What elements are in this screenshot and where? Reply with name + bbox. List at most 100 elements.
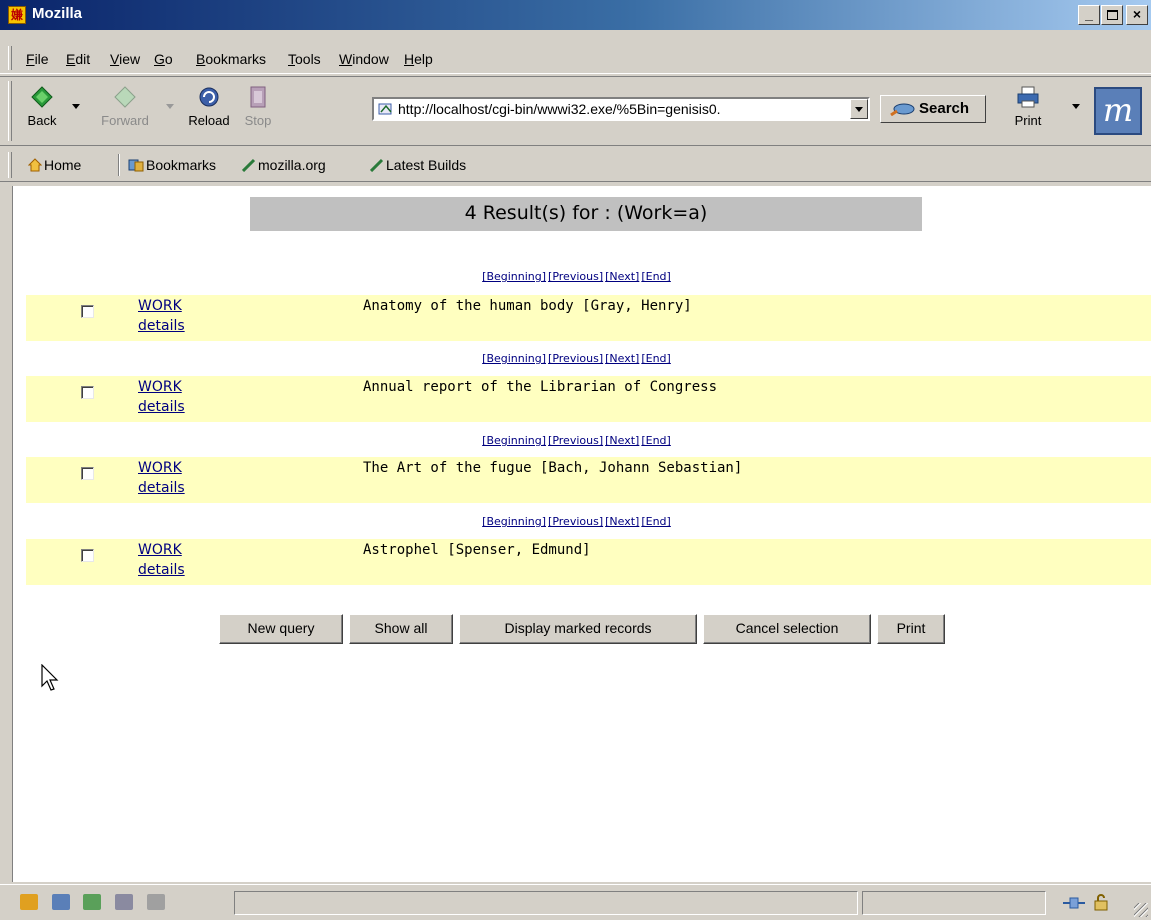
forward-button[interactable]: Forward [90, 85, 160, 128]
pager-beginning-link[interactable]: [Beginning] [482, 434, 546, 447]
personal-toolbar: Home Bookmarks mozilla.org Latest Builds [0, 148, 1151, 182]
bookmark-mozilla-org[interactable]: mozilla.org [241, 157, 326, 173]
window-resize-grip[interactable] [1134, 903, 1148, 917]
chatzilla-component-icon[interactable] [146, 894, 165, 910]
pager-end-link[interactable]: [End] [641, 434, 671, 447]
pager-end-link[interactable]: [End] [641, 515, 671, 528]
close-button[interactable]: × [1126, 5, 1148, 25]
persbar-grip[interactable] [8, 152, 12, 178]
new-query-button[interactable]: New query [219, 614, 343, 644]
menubar-grip[interactable] [8, 46, 12, 70]
page-content: 4 Result(s) for : (Work=a) [Beginning] [P… [12, 186, 1151, 882]
pager: [Beginning] [Previous] [Next] [End] [13, 270, 1140, 283]
mail-component-icon[interactable] [51, 894, 70, 910]
menu-window[interactable]: Window [339, 51, 389, 67]
mark-record-checkbox[interactable] [81, 549, 94, 562]
addressbook-component-icon[interactable] [114, 894, 133, 910]
mozilla-org-label: mozilla.org [258, 157, 326, 173]
search-button[interactable]: Search [880, 95, 986, 123]
mozilla-app-icon: 嫌 [8, 6, 26, 24]
latest-builds-label: Latest Builds [386, 157, 467, 173]
details-link[interactable]: details [138, 480, 185, 496]
menu-go[interactable]: Go [154, 51, 173, 67]
printer-icon [1017, 86, 1039, 108]
record-title: The Art of the fugue [Bach, Johann Sebas… [363, 460, 743, 476]
mark-record-checkbox[interactable] [81, 305, 94, 318]
work-link[interactable]: WORK [138, 460, 182, 476]
toolbar-separator [118, 154, 120, 176]
details-link[interactable]: details [138, 399, 185, 415]
forward-arrow-icon [114, 86, 136, 108]
navbar-grip[interactable] [8, 81, 12, 141]
mark-record-checkbox[interactable] [81, 386, 94, 399]
print-page-button[interactable]: Print [877, 614, 945, 644]
pager-end-link[interactable]: [End] [641, 352, 671, 365]
reload-button[interactable]: Reload [182, 85, 236, 128]
record-title: Annual report of the Librarian of Congre… [363, 379, 718, 395]
menu-bookmarks[interactable]: Bookmarks [196, 51, 266, 67]
pager: [Beginning] [Previous] [Next] [End] [13, 434, 1140, 447]
online-status-icon[interactable] [1062, 895, 1086, 911]
search-label: Search [919, 100, 970, 117]
menu-edit[interactable]: Edit [66, 51, 90, 67]
pager: [Beginning] [Previous] [Next] [End] [13, 515, 1140, 528]
back-button[interactable]: Back [18, 85, 66, 128]
stop-label: Stop [244, 113, 272, 128]
security-lock-icon[interactable] [1092, 893, 1110, 911]
menu-help[interactable]: Help [404, 51, 433, 67]
pager-beginning-link[interactable]: [Beginning] [482, 352, 546, 365]
work-link[interactable]: WORK [138, 542, 182, 558]
back-dropdown-arrow[interactable] [72, 104, 80, 109]
pager-next-link[interactable]: [Next] [605, 434, 639, 447]
mozilla-throbber-logo[interactable]: m [1094, 87, 1142, 135]
stop-button[interactable]: Stop [238, 85, 278, 128]
pager-next-link[interactable]: [Next] [605, 352, 639, 365]
back-arrow-icon [31, 86, 53, 108]
bookmarks-button[interactable]: Bookmarks [128, 157, 216, 173]
status-text-pane [234, 891, 858, 915]
home-label: Home [44, 157, 82, 173]
component-bar [20, 894, 175, 913]
display-marked-records-button[interactable]: Display marked records [459, 614, 697, 644]
pager-previous-link[interactable]: [Previous] [548, 270, 603, 283]
pager-end-link[interactable]: [End] [641, 270, 671, 283]
url-bar[interactable]: http://localhost/cgi-bin/wwwi32.exe/%5Bi… [372, 97, 870, 121]
pager-next-link[interactable]: [Next] [605, 270, 639, 283]
maximize-button[interactable] [1101, 5, 1123, 25]
stop-icon [250, 86, 266, 108]
menu-view[interactable]: View [110, 51, 140, 67]
menu-file[interactable]: File [26, 51, 49, 67]
status-bar [0, 884, 1151, 920]
reload-label: Reload [188, 113, 230, 128]
bookmark-latest-builds[interactable]: Latest Builds [369, 157, 467, 173]
forward-dropdown-arrow[interactable] [166, 104, 174, 109]
pager-previous-link[interactable]: [Previous] [548, 434, 603, 447]
pager-beginning-link[interactable]: [Beginning] [482, 515, 546, 528]
work-link[interactable]: WORK [138, 298, 182, 314]
forward-label: Forward [101, 113, 149, 128]
work-link[interactable]: WORK [138, 379, 182, 395]
pager: [Beginning] [Previous] [Next] [End] [13, 352, 1140, 365]
details-link[interactable]: details [138, 318, 185, 334]
print-label: Print [1014, 113, 1042, 128]
cancel-selection-button[interactable]: Cancel selection [703, 614, 871, 644]
page-proxy-icon [378, 103, 392, 115]
pager-beginning-link[interactable]: [Beginning] [482, 270, 546, 283]
url-history-dropdown[interactable] [850, 99, 868, 119]
print-dropdown-arrow[interactable] [1072, 104, 1080, 109]
mark-record-checkbox[interactable] [81, 467, 94, 480]
bookmark-link-icon [369, 158, 384, 173]
pager-previous-link[interactable]: [Previous] [548, 352, 603, 365]
home-button[interactable]: Home [27, 157, 82, 173]
minimize-button[interactable]: _ [1078, 5, 1100, 25]
search-icon [890, 103, 915, 116]
details-link[interactable]: details [138, 562, 185, 578]
pager-previous-link[interactable]: [Previous] [548, 515, 603, 528]
navigator-component-icon[interactable] [20, 894, 38, 910]
composer-component-icon[interactable] [83, 894, 102, 910]
bookmarks-label: Bookmarks [146, 157, 217, 173]
show-all-button[interactable]: Show all [349, 614, 453, 644]
print-button[interactable]: Print [1004, 85, 1052, 128]
menu-tools[interactable]: Tools [288, 51, 321, 67]
pager-next-link[interactable]: [Next] [605, 515, 639, 528]
